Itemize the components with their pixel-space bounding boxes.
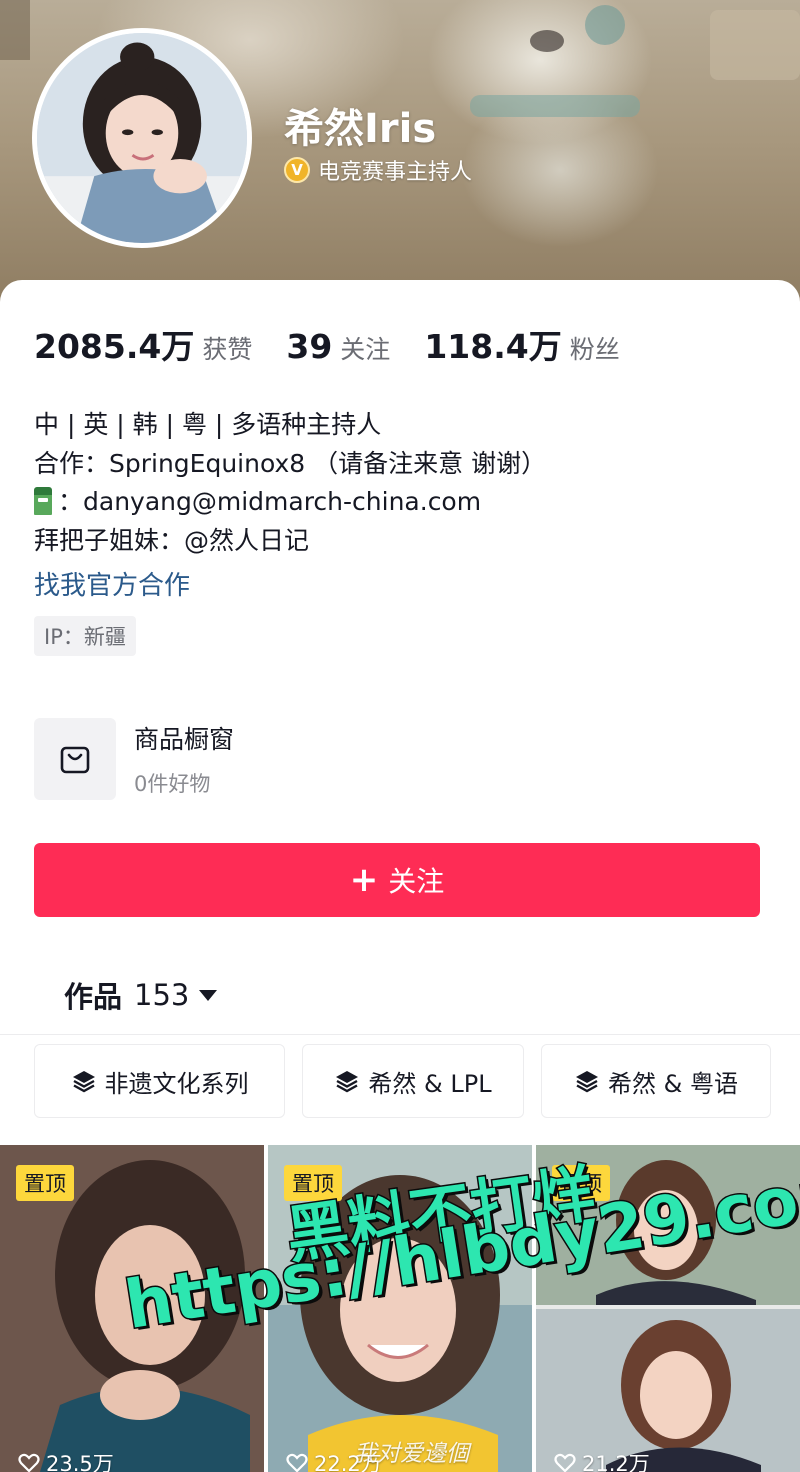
caret-down-icon [199, 989, 218, 1001]
bio: 中 | 英 | 韩 | 粤 | 多语种主持人 合作：SpringEquinox8… [34, 406, 546, 560]
likes-value: 21.2万 [582, 1452, 650, 1472]
stack-icon [574, 1069, 600, 1093]
stat-following[interactable]: 39 关注 [286, 327, 390, 366]
verification: V 电竞赛事主持人 [284, 154, 472, 186]
stat-label: 关注 [340, 335, 391, 364]
profile-cover: 希然Iris V 电竞赛事主持人 [0, 0, 800, 310]
bio-line: 合作：SpringEquinox8 （请备注来意 谢谢） [34, 448, 547, 478]
divider [0, 1034, 800, 1035]
bio-email: ：danyang@midmarch-china.com [58, 487, 482, 516]
avatar[interactable] [32, 28, 252, 248]
likes-count: 21.2万 [554, 1448, 650, 1472]
follow-button[interactable]: + 关注 [34, 843, 760, 917]
cover-decoration [470, 95, 640, 117]
works-label: 作品 [64, 980, 123, 1014]
collections-row: 非遗文化系列 希然 & LPL 希然 & 粤语 [34, 1044, 800, 1118]
follow-label: 关注 [388, 865, 445, 898]
verification-text: 电竞赛事主持人 [318, 160, 473, 185]
shop-icon-box [34, 718, 116, 800]
collection-label: 希然 & 粤语 [608, 1069, 738, 1098]
works-count: 153 [134, 978, 190, 1012]
cover-decoration [710, 10, 800, 80]
likes-count: 23.5万 [18, 1448, 114, 1472]
official-cooperation-link[interactable]: 找我官方合作 [34, 565, 190, 602]
heart-icon [554, 1453, 576, 1472]
bio-line: 中 | 英 | 韩 | 粤 | 多语种主持人 [34, 410, 382, 439]
collection-chip[interactable]: 希然 & LPL [302, 1044, 524, 1118]
stack-icon [334, 1069, 360, 1093]
shop-subtitle: 0件好物 [134, 772, 211, 796]
works-tab[interactable]: 作品 153 [64, 974, 218, 1016]
stat-likes[interactable]: 2085.4万 获赞 [34, 320, 252, 368]
bio-line: 拜把子姐妹：@然人日记 [34, 525, 310, 555]
collection-chip[interactable]: 希然 & 粤语 [541, 1044, 771, 1118]
stat-value: 2085.4万 [34, 327, 195, 366]
collection-label: 非遗文化系列 [104, 1069, 249, 1098]
likes-value: 23.5万 [46, 1452, 114, 1472]
avatar-photo [37, 33, 247, 243]
shop-window-entry[interactable]: 商品橱窗 0件好物 [34, 718, 234, 800]
likes-count: 22.2万 [286, 1448, 382, 1472]
stat-label: 获赞 [202, 335, 253, 364]
stack-icon [71, 1069, 97, 1093]
shop-text: 商品橱窗 0件好物 [134, 720, 234, 798]
shop-title: 商品橱窗 [134, 725, 235, 754]
stat-followers[interactable]: 118.4万 粉丝 [424, 320, 619, 368]
stat-value: 118.4万 [424, 327, 562, 366]
stat-value: 39 [286, 327, 333, 366]
stat-label: 粉丝 [569, 335, 620, 364]
heart-icon [18, 1453, 40, 1472]
cover-decoration [585, 5, 625, 45]
stats-row: 2085.4万 获赞 39 关注 118.4万 粉丝 [34, 320, 654, 368]
pinned-badge: 置顶 [16, 1165, 74, 1201]
profile-name: 希然Iris [284, 106, 437, 152]
collection-chip[interactable]: 非遗文化系列 [34, 1044, 285, 1118]
plus-icon: + [349, 860, 379, 900]
heart-icon [286, 1453, 308, 1472]
postbox-icon [34, 487, 52, 515]
likes-value: 22.2万 [314, 1452, 382, 1472]
collection-label: 希然 & LPL [368, 1069, 492, 1098]
cover-decoration [0, 0, 30, 60]
ip-location-tag: IP：新疆 [34, 616, 136, 656]
shopping-bag-icon [60, 746, 90, 774]
cover-decoration [530, 30, 564, 52]
verified-badge-icon: V [284, 157, 310, 183]
bio-line: ：danyang@midmarch-china.com [34, 483, 546, 522]
